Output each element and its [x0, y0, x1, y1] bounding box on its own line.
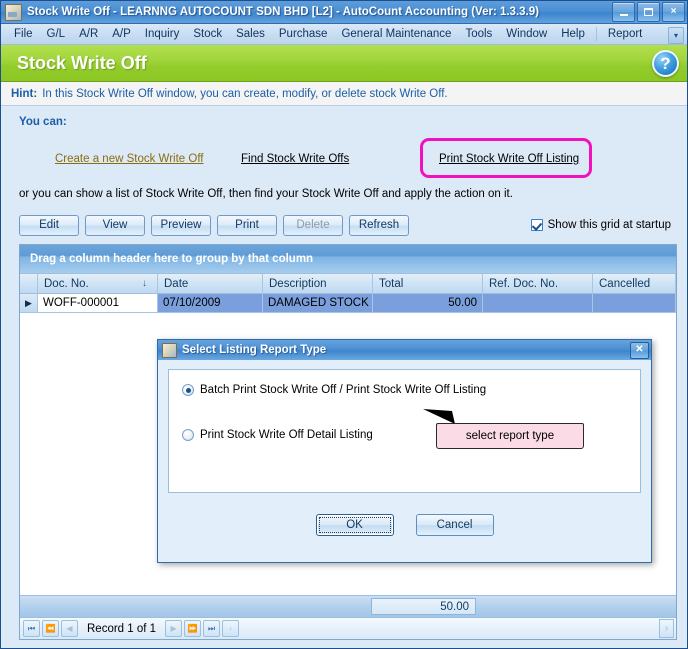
record-position-label: Record 1 of 1 — [87, 622, 157, 635]
ok-button[interactable]: OK — [315, 513, 394, 536]
grid-summary-footer: 50.00 — [20, 595, 676, 617]
maximize-button[interactable] — [637, 2, 660, 22]
refresh-button[interactable]: Refresh — [349, 214, 409, 236]
menu-item-inquiry[interactable]: Inquiry — [138, 26, 187, 42]
hint-label: Hint: — [11, 87, 38, 100]
delete-button: Delete — [283, 214, 343, 236]
nav-next-button: ▶ — [165, 620, 183, 637]
chevron-down-icon[interactable]: ▾ — [668, 27, 684, 44]
close-button[interactable]: × — [662, 2, 685, 22]
dialog-document-icon — [162, 342, 177, 358]
hint-bar: Hint: In this Stock Write Off window, yo… — [1, 82, 687, 106]
menu-item-gl[interactable]: G/L — [40, 26, 73, 42]
row-indicator-icon: ▶ — [20, 294, 38, 312]
window-document-icon — [5, 3, 22, 21]
cell-total[interactable]: 50.00 — [373, 294, 483, 312]
grid-header-ref-doc-no[interactable]: Ref. Doc. No. — [483, 274, 593, 293]
you-can-label: You can: — [19, 116, 67, 128]
grid-header-total[interactable]: Total — [373, 274, 483, 293]
menu-separator — [595, 27, 597, 41]
nav-last-button[interactable]: ⏭ — [203, 620, 221, 637]
group-by-panel[interactable]: Drag a column header here to group by th… — [20, 245, 676, 273]
sort-desc-icon: ↓ — [142, 278, 147, 289]
menu-item-ar[interactable]: A/R — [72, 26, 105, 42]
dialog-title: Select Listing Report Type — [182, 344, 327, 356]
nav-expand-button[interactable]: ‹ — [222, 620, 240, 637]
view-button[interactable]: View — [85, 214, 145, 236]
window-title: Stock Write Off - LEARNNG AUTOCOUNT SDN … — [27, 6, 539, 18]
cell-doc-no[interactable]: WOFF-000001 — [38, 294, 158, 312]
nav-next-page-button[interactable]: ⏩ — [184, 620, 202, 637]
grid-header-cancelled[interactable]: Cancelled — [593, 274, 676, 293]
you-can-note: or you can show a list of Stock Write Of… — [19, 188, 513, 200]
nav-prev-button: ◀ — [61, 620, 78, 637]
grid-footer-total: 50.00 — [371, 598, 476, 615]
show-grid-at-startup-label: Show this grid at startup — [547, 219, 671, 231]
create-new-stock-write-off-link[interactable]: Create a new Stock Write Off — [55, 153, 204, 165]
menu-item-stock[interactable]: Stock — [186, 26, 229, 42]
action-links-row: Create a new Stock Write Off Find Stock … — [19, 138, 679, 178]
nav-scroll-right-button[interactable]: › — [659, 619, 674, 638]
checkbox-box — [530, 219, 543, 231]
record-navigator: ⏮ ⏪ ◀ Record 1 of 1 ▶ ⏩ ⏭ ‹ › — [20, 617, 676, 639]
dialog-title-bar[interactable]: Select Listing Report Type ✕ — [158, 340, 651, 360]
grid-header-description[interactable]: Description — [263, 274, 373, 293]
window-controls: × — [612, 2, 685, 22]
grid-header-doc-no-label: Doc. No. — [44, 277, 89, 290]
window-bottom-strip — [9, 640, 679, 648]
page-header-band: Stock Write Off ? — [1, 45, 687, 82]
menu-item-ap[interactable]: A/P — [105, 26, 138, 42]
nav-first-button[interactable]: ⏮ — [23, 620, 40, 637]
radio-detail-listing-indicator — [182, 429, 194, 441]
menu-item-tools[interactable]: Tools — [458, 26, 499, 42]
grid-header-indicator — [20, 274, 38, 293]
print-stock-write-off-listing-link[interactable]: Print Stock Write Off Listing — [439, 153, 579, 165]
preview-button[interactable]: Preview — [151, 214, 211, 236]
nav-prev-page-button[interactable]: ⏪ — [42, 620, 59, 637]
dialog-close-button[interactable]: ✕ — [630, 341, 649, 359]
help-icon[interactable]: ? — [652, 49, 679, 77]
cancel-button[interactable]: Cancel — [415, 513, 494, 536]
radio-detail-listing-label: Print Stock Write Off Detail Listing — [200, 429, 373, 441]
select-listing-report-type-dialog: Select Listing Report Type ✕ Batch Print… — [157, 339, 652, 563]
menu-item-general-maintenance[interactable]: General Maintenance — [334, 26, 458, 42]
table-row[interactable]: ▶ WOFF-000001 07/10/2009 DAMAGED STOCK 5… — [20, 294, 676, 313]
callout-annotation: select report type — [436, 423, 584, 449]
radio-option-batch-print[interactable]: Batch Print Stock Write Off / Print Stoc… — [182, 384, 640, 396]
cell-date[interactable]: 07/10/2009 — [158, 294, 263, 312]
report-type-options-group: Batch Print Stock Write Off / Print Stoc… — [168, 369, 641, 493]
dialog-button-row: OK Cancel — [168, 493, 641, 562]
radio-batch-print-indicator — [182, 384, 194, 396]
minimize-button[interactable] — [612, 2, 635, 22]
menu-item-file[interactable]: File — [7, 26, 40, 42]
grid-header-row: Doc. No. ↓ Date Description Total Ref. D… — [20, 273, 676, 294]
cell-ref-doc-no[interactable] — [483, 294, 593, 312]
radio-batch-print-label: Batch Print Stock Write Off / Print Stoc… — [200, 384, 487, 396]
page-title: Stock Write Off — [17, 52, 147, 73]
you-can-area: You can: Create a new Stock Write Off Fi… — [9, 112, 679, 200]
menu-item-help[interactable]: Help — [554, 26, 592, 42]
cell-description[interactable]: DAMAGED STOCK — [263, 294, 373, 312]
menu-item-sales[interactable]: Sales — [229, 26, 272, 42]
grid-header-doc-no[interactable]: Doc. No. ↓ — [38, 274, 158, 293]
menu-bar: File G/L A/R A/P Inquiry Stock Sales Pur… — [1, 24, 687, 45]
dialog-body: Batch Print Stock Write Off / Print Stoc… — [158, 360, 651, 562]
grid-header-date[interactable]: Date — [158, 274, 263, 293]
show-grid-at-startup-checkbox[interactable]: Show this grid at startup — [530, 219, 679, 231]
record-toolbar: Edit View Preview Print Delete Refresh S… — [9, 212, 679, 238]
menu-item-window[interactable]: Window — [499, 26, 554, 42]
print-button[interactable]: Print — [217, 214, 277, 236]
title-bar[interactable]: Stock Write Off - LEARNNG AUTOCOUNT SDN … — [1, 1, 687, 24]
edit-button[interactable]: Edit — [19, 214, 79, 236]
hint-text: In this Stock Write Off window, you can … — [42, 87, 448, 100]
menu-item-purchase[interactable]: Purchase — [272, 26, 335, 42]
menu-item-report[interactable]: Report — [601, 26, 650, 42]
find-stock-write-offs-link[interactable]: Find Stock Write Offs — [241, 153, 349, 165]
cell-cancelled[interactable] — [593, 294, 676, 312]
